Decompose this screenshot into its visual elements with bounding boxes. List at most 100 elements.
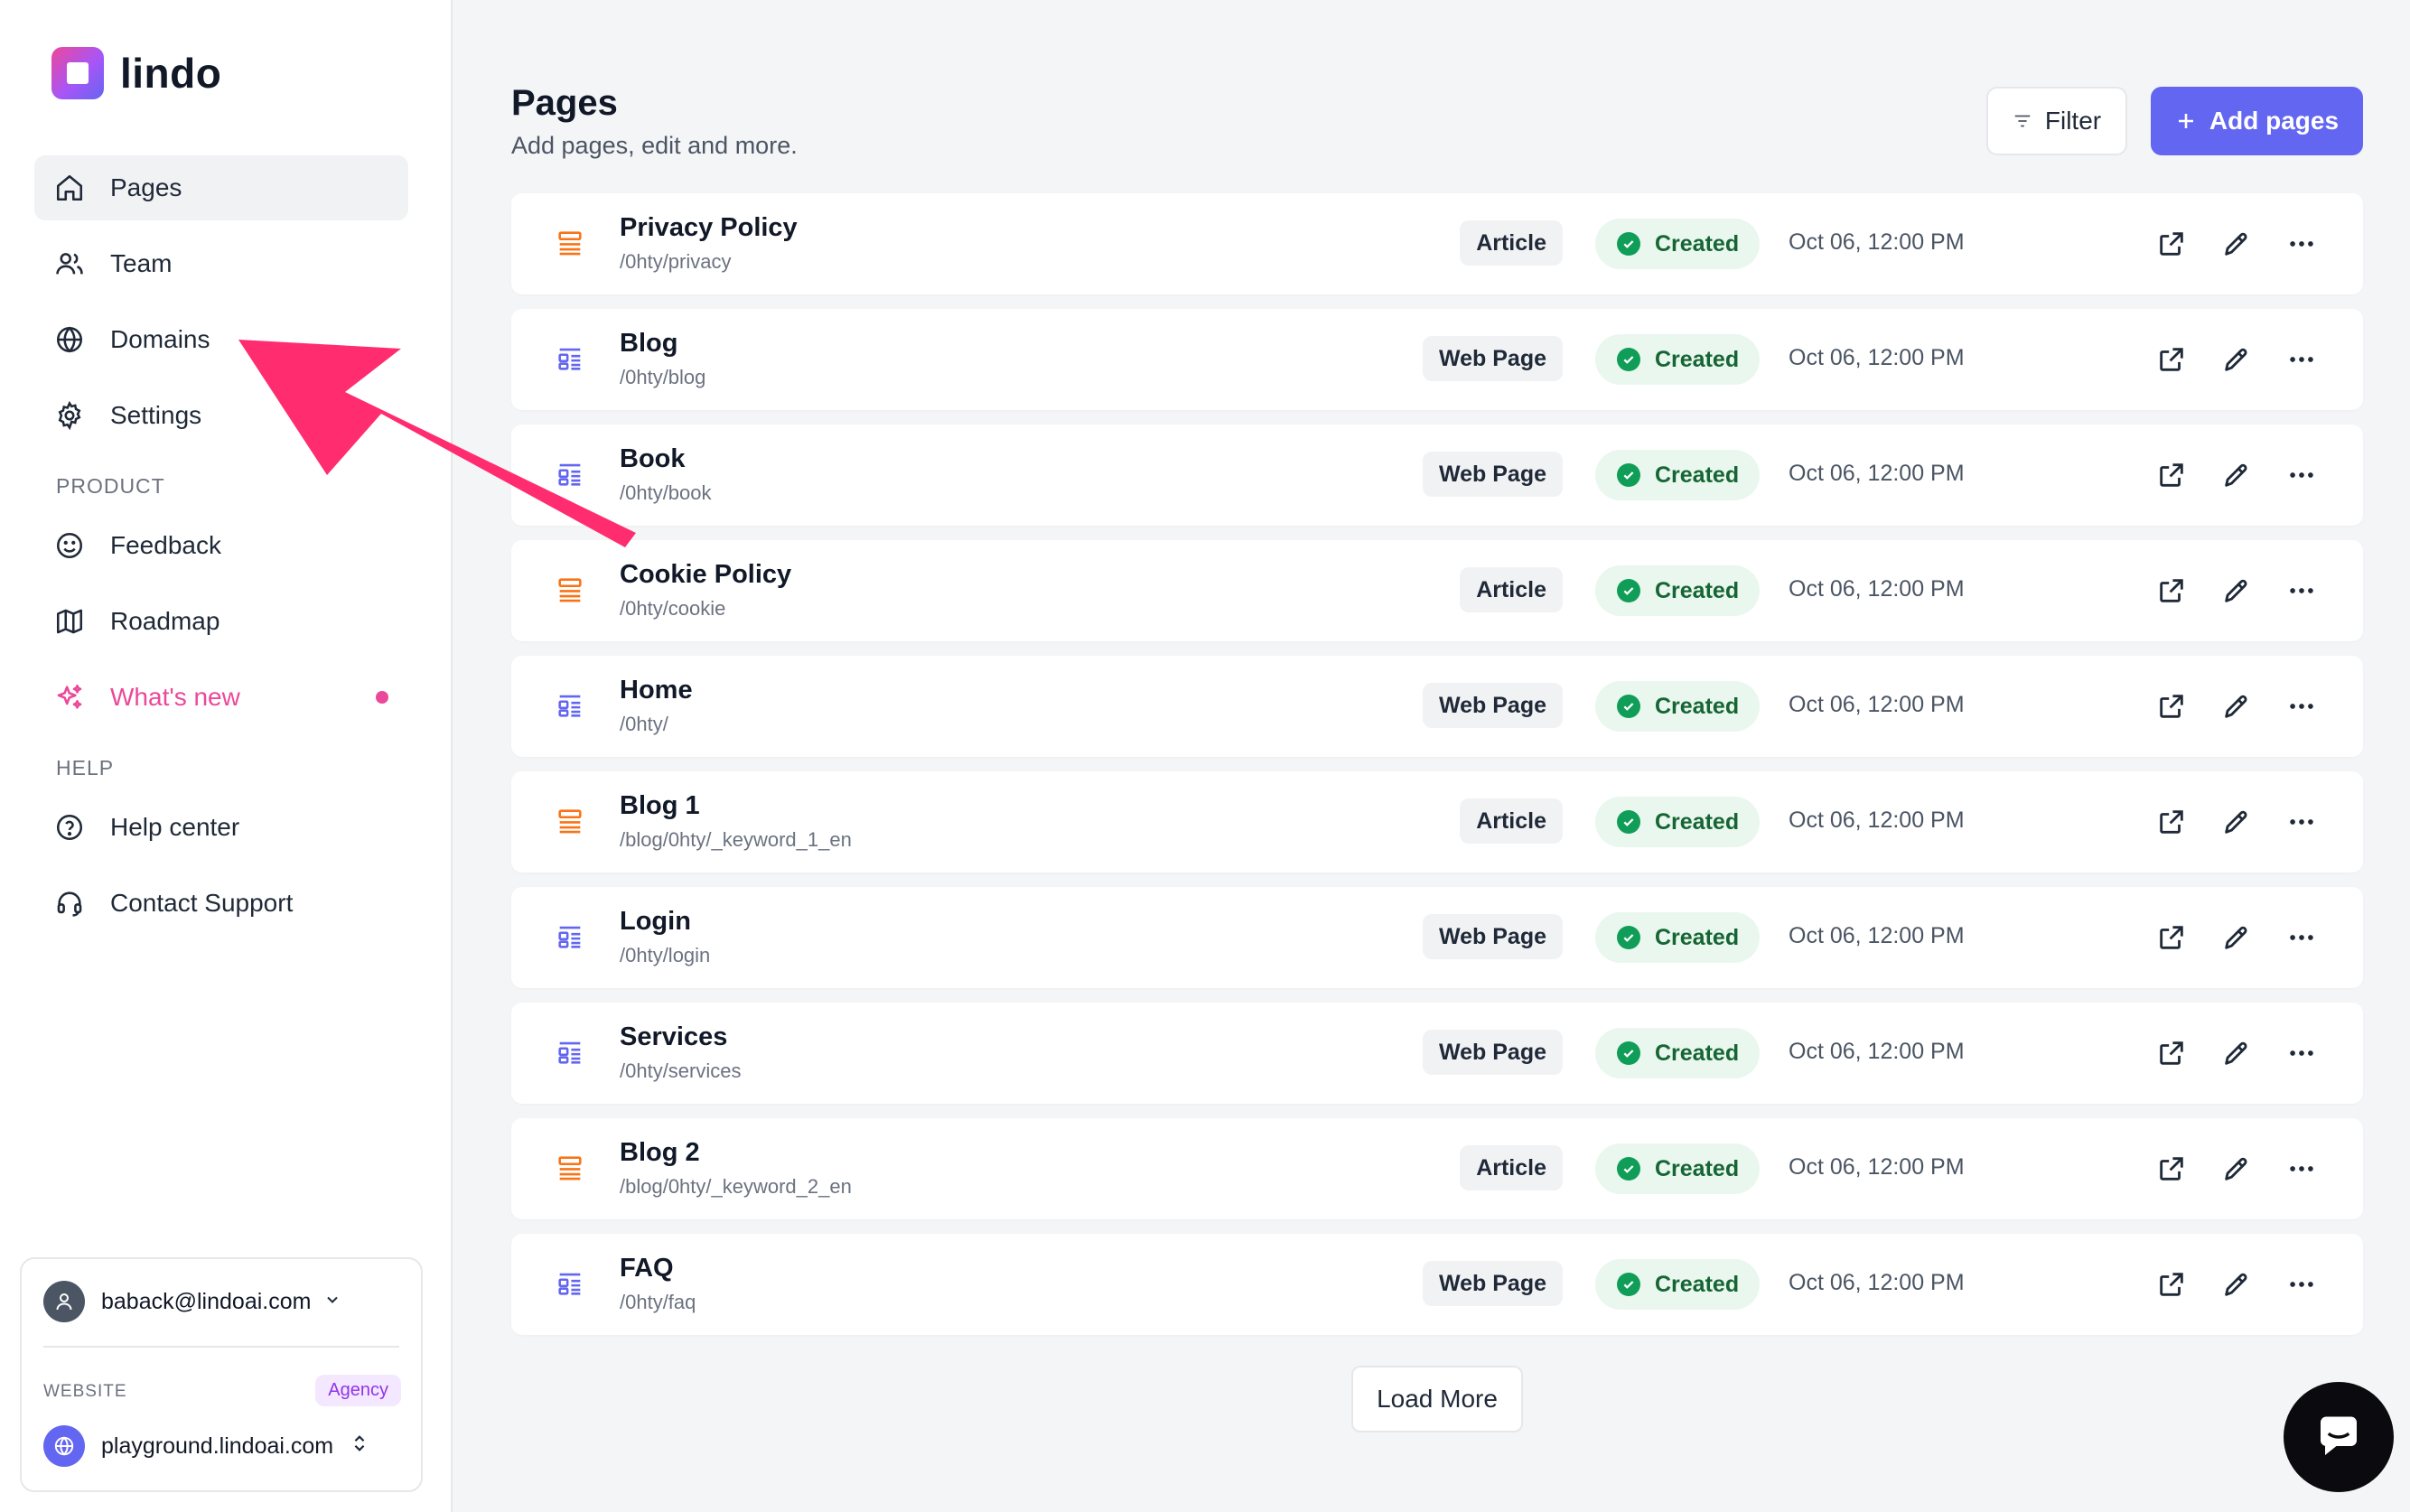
page-title[interactable]: Services [620,1022,742,1052]
page-info: Login /0hty/login [620,907,710,967]
article-icon [555,574,585,605]
page-path: /0hty/book [620,481,712,504]
page-row[interactable]: Services /0hty/services Web Page Created… [511,1003,2363,1104]
edit-pencil-icon[interactable] [2219,688,2255,724]
sidebar-item-feedback[interactable]: Feedback [34,513,408,578]
load-more-button[interactable]: Load More [1351,1366,1523,1433]
gear-icon [54,400,85,431]
filter-icon [2013,111,2032,131]
check-circle-icon [1617,463,1640,487]
sidebar-item-pages[interactable]: Pages [34,155,408,220]
page-info: Services /0hty/services [620,1022,742,1083]
more-options-icon[interactable] [2284,919,2320,956]
external-link-icon[interactable] [2153,457,2190,493]
page-title[interactable]: Book [620,444,712,474]
page-row[interactable]: Blog 1 /blog/0hty/_keyword_1_en Article … [511,771,2363,873]
filter-button[interactable]: Filter [1986,87,2127,155]
page-path: /0hty/blog [620,366,706,388]
more-options-icon[interactable] [2284,804,2320,840]
website-switcher[interactable]: playground.lindoai.com [43,1425,369,1467]
more-options-icon[interactable] [2284,1266,2320,1302]
status-badge: Created [1595,1259,1760,1310]
edit-pencil-icon[interactable] [2219,341,2255,378]
page-date: Oct 06, 12:00 PM [1789,229,1965,255]
page-date: Oct 06, 12:00 PM [1789,345,1965,370]
page-path: /0hty/privacy [620,250,732,273]
chevron-up-down-icon [350,1433,369,1460]
edit-pencil-icon[interactable] [2219,1266,2255,1302]
page-title[interactable]: Home [620,676,693,705]
sidebar-item-label: Contact Support [110,889,294,917]
edit-pencil-icon[interactable] [2219,457,2255,493]
status-badge: Created [1595,1028,1760,1078]
page-title: Pages [511,83,618,123]
map-icon [54,606,85,637]
edit-pencil-icon[interactable] [2219,1151,2255,1187]
article-icon [555,228,585,258]
more-options-icon[interactable] [2284,1035,2320,1071]
external-link-icon[interactable] [2153,1266,2190,1302]
page-title[interactable]: Blog 1 [620,791,852,821]
product-section-heading: PRODUCT [56,473,165,498]
more-options-icon[interactable] [2284,341,2320,378]
article-icon [555,806,585,836]
page-title[interactable]: Cookie Policy [620,560,791,590]
edit-pencil-icon[interactable] [2219,919,2255,956]
page-row[interactable]: Book /0hty/book Web Page Created Oct 06,… [511,425,2363,526]
external-link-icon[interactable] [2153,1151,2190,1187]
page-row[interactable]: Blog 2 /blog/0hty/_keyword_2_en Article … [511,1118,2363,1219]
sidebar-item-team[interactable]: Team [34,231,408,296]
page-title[interactable]: FAQ [620,1254,696,1283]
external-link-icon[interactable] [2153,341,2190,378]
page-title[interactable]: Blog [620,329,705,359]
page-row[interactable]: Home /0hty/ Web Page Created Oct 06, 12:… [511,656,2363,757]
page-title[interactable]: Privacy Policy [620,213,798,243]
web-page-icon [555,1268,585,1299]
check-circle-icon [1617,1273,1640,1296]
page-row[interactable]: Cookie Policy /0hty/cookie Article Creat… [511,540,2363,641]
sidebar-item-roadmap[interactable]: Roadmap [34,589,408,654]
sidebar-item-contact-support[interactable]: Contact Support [34,871,408,936]
sidebar-item-domains[interactable]: Domains [34,307,408,372]
sparkles-icon [54,682,85,713]
page-date: Oct 06, 12:00 PM [1789,576,1965,602]
more-options-icon[interactable] [2284,1151,2320,1187]
sidebar-item-whats-new[interactable]: What's new [34,665,408,730]
page-title[interactable]: Login [620,907,710,937]
app-logo[interactable]: lindo [51,47,221,99]
page-row[interactable]: Login /0hty/login Web Page Created Oct 0… [511,887,2363,988]
external-link-icon[interactable] [2153,919,2190,956]
chat-support-button[interactable] [2284,1382,2394,1492]
more-options-icon[interactable] [2284,573,2320,609]
chevron-down-icon [323,1289,341,1315]
logo-mark-icon [51,47,104,99]
page-row[interactable]: Blog /0hty/blog Web Page Created Oct 06,… [511,309,2363,410]
page-title[interactable]: Blog 2 [620,1138,852,1168]
more-options-icon[interactable] [2284,457,2320,493]
add-pages-button[interactable]: Add pages [2151,87,2363,155]
users-icon [54,248,85,279]
external-link-icon[interactable] [2153,226,2190,262]
page-row[interactable]: Privacy Policy /0hty/privacy Article Cre… [511,193,2363,294]
page-type-badge: Web Page [1422,336,1563,381]
sidebar-item-label: Settings [110,401,202,429]
status-label: Created [1655,577,1740,603]
status-label: Created [1655,346,1740,372]
sidebar-item-help-center[interactable]: Help center [34,795,408,860]
more-options-icon[interactable] [2284,688,2320,724]
external-link-icon[interactable] [2153,804,2190,840]
edit-pencil-icon[interactable] [2219,226,2255,262]
edit-pencil-icon[interactable] [2219,573,2255,609]
page-row[interactable]: FAQ /0hty/faq Web Page Created Oct 06, 1… [511,1234,2363,1335]
sidebar-item-settings[interactable]: Settings [34,383,408,448]
page-info: Privacy Policy /0hty/privacy [620,213,798,274]
account-switcher[interactable]: baback@lindoai.com [43,1281,341,1322]
external-link-icon[interactable] [2153,573,2190,609]
edit-pencil-icon[interactable] [2219,804,2255,840]
external-link-icon[interactable] [2153,1035,2190,1071]
edit-pencil-icon[interactable] [2219,1035,2255,1071]
check-circle-icon [1617,810,1640,834]
external-link-icon[interactable] [2153,688,2190,724]
status-label: Created [1655,462,1740,488]
more-options-icon[interactable] [2284,226,2320,262]
